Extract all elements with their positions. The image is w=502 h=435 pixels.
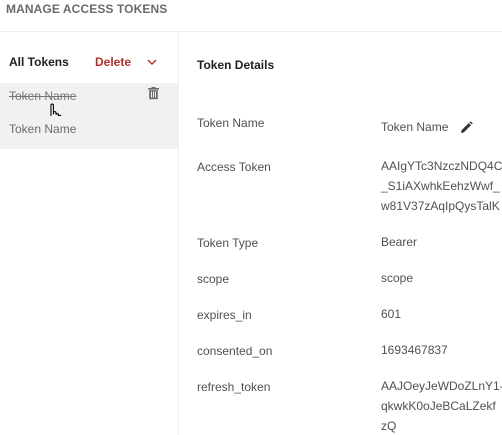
- token-name-label: Token Name: [9, 122, 77, 136]
- delete-label: Delete: [95, 55, 132, 69]
- access-token-field-label: Access Token: [197, 160, 271, 174]
- token-type-field-label: Token Type: [197, 236, 259, 250]
- scope-field-value: scope: [381, 271, 414, 285]
- token-name-field-label: Token Name: [197, 116, 265, 130]
- refresh-token-line: AAJOeyJeWDoZLnY1-: [381, 379, 502, 393]
- refresh-token-line: qkwkK0oJeBCaLZekf: [381, 399, 496, 413]
- consented-on-field-value: 1693467837: [381, 343, 448, 357]
- expires-in-field-label: expires_in: [197, 308, 252, 322]
- consented-on-field-label: consented_on: [197, 344, 273, 358]
- token-type-field-value: Bearer: [381, 235, 418, 249]
- all-tokens-label: All Tokens: [9, 55, 69, 69]
- pencil-icon[interactable]: [460, 121, 473, 134]
- header: MANAGE ACCESS TOKENS: [0, 0, 502, 32]
- token-list-item[interactable]: Token Name: [0, 116, 179, 149]
- page-title: MANAGE ACCESS TOKENS: [6, 2, 168, 16]
- refresh-token-line: zQ: [381, 419, 397, 433]
- delete-dropdown-button[interactable]: Delete: [91, 51, 163, 73]
- token-name-label: Token Name: [9, 89, 77, 103]
- token-details-title: Token Details: [197, 58, 275, 72]
- trash-icon[interactable]: [147, 87, 160, 100]
- token-details-panel: Token Details Token Name Token Name Acce…: [180, 33, 502, 435]
- chevron-down-icon: [147, 59, 157, 65]
- sidebar: All Tokens Delete Token Name Token Name: [0, 33, 179, 435]
- refresh-token-field-label: refresh_token: [197, 380, 271, 394]
- token-list-item[interactable]: Token Name: [0, 83, 179, 128]
- token-name-field-value: Token Name: [381, 120, 449, 134]
- access-token-line: _S1iAXwhkEehzWwf_: [381, 179, 500, 193]
- token-list: Token Name Token Name: [0, 83, 179, 149]
- manage-access-tokens-app: MANAGE ACCESS TOKENS All Tokens Delete T…: [0, 0, 502, 435]
- scope-field-label: scope: [197, 272, 230, 286]
- access-token-line: AAIgYTc3NzczNDQ4C: [381, 159, 502, 173]
- expires-in-field-value: 601: [381, 307, 402, 321]
- sidebar-header: All Tokens Delete: [0, 33, 179, 83]
- access-token-line: w81V37zAqIpQysTalK: [381, 199, 500, 213]
